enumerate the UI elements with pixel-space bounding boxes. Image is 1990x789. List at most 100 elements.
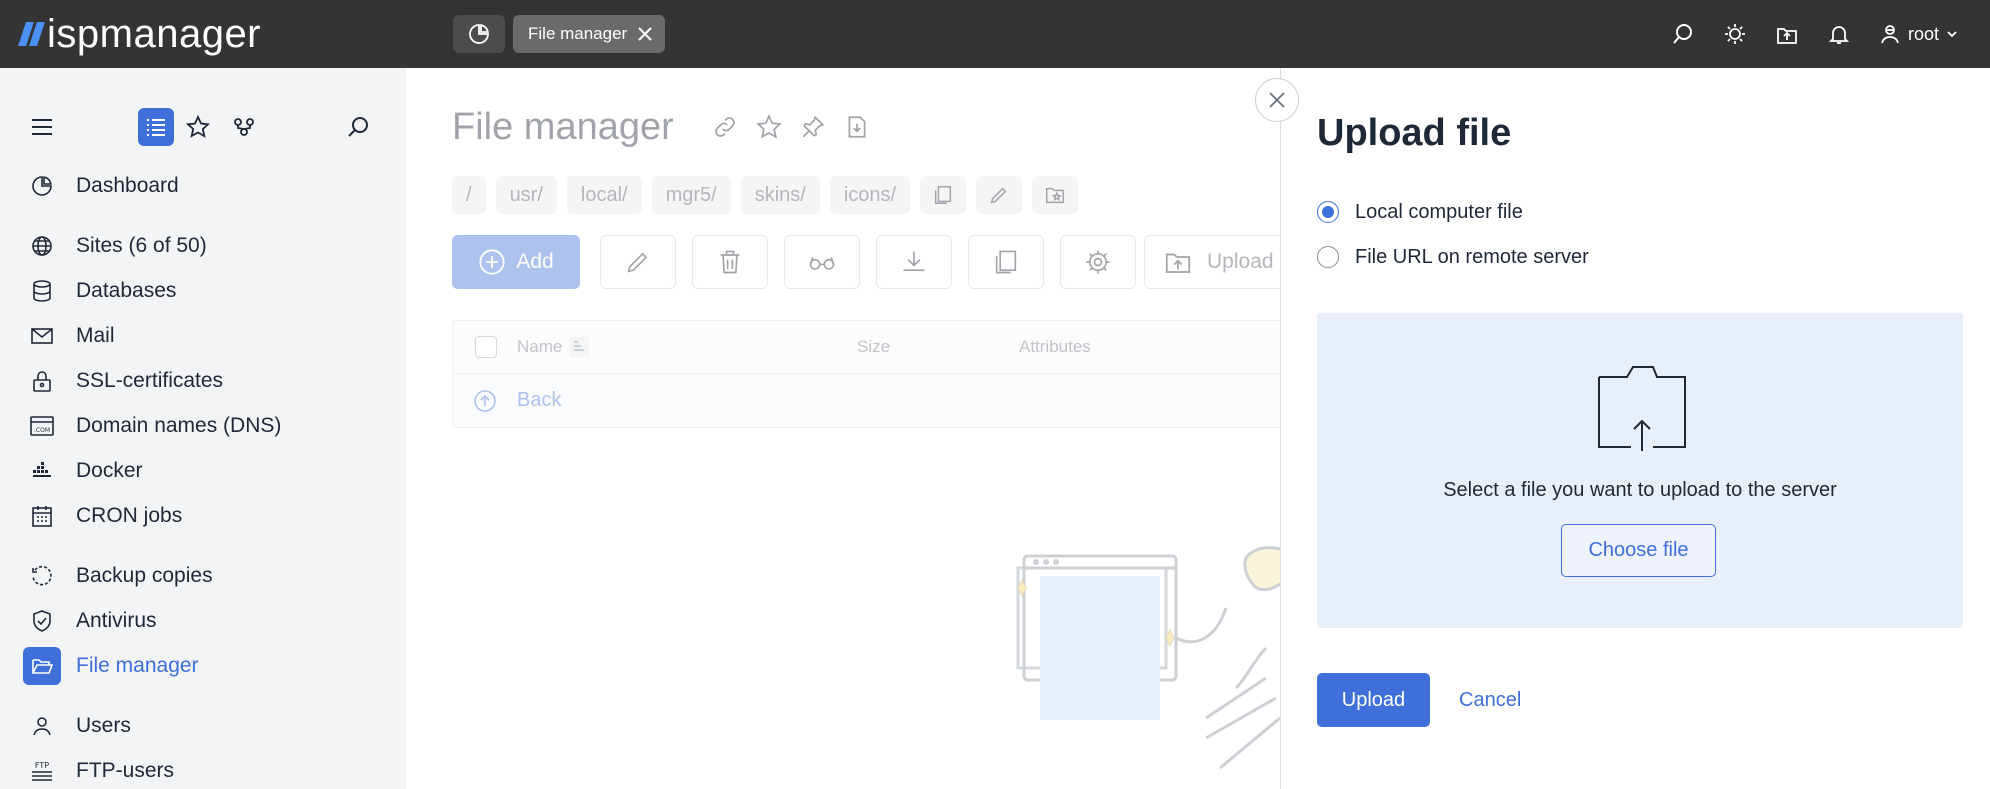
upload-toolbar-button[interactable]: Upload <box>1144 235 1280 289</box>
sort-icon[interactable] <box>567 335 591 359</box>
glasses-icon <box>807 248 837 276</box>
choose-file-button[interactable]: Choose file <box>1561 524 1716 577</box>
close-icon <box>1267 90 1287 110</box>
breadcrumb: / usr/ local/ mgr5/ skins/ icons/ <box>452 176 1079 214</box>
sidebar-item-cron-jobs[interactable]: CRON jobs <box>28 498 182 534</box>
chevron-down-icon <box>1945 27 1959 41</box>
tab-file-manager[interactable]: File manager <box>513 15 666 53</box>
sidebar: Dashboard Sites (6 of 50) Databases Mail… <box>0 68 406 789</box>
globe-icon <box>28 232 56 260</box>
ftp-icon: FTP <box>28 757 56 785</box>
search-icon[interactable] <box>1669 20 1697 48</box>
select-all-checkbox[interactable] <box>475 336 497 358</box>
sidebar-item-ssl-certificates[interactable]: SSL-certificates <box>28 363 223 399</box>
backup-icon <box>28 562 56 590</box>
lock-icon <box>28 367 56 395</box>
option-local-file[interactable]: Local computer file <box>1317 198 1523 226</box>
mail-icon <box>28 322 56 350</box>
gear-icon <box>1084 248 1112 276</box>
column-header-size[interactable]: Size <box>857 337 890 357</box>
column-header-attributes[interactable]: Attributes <box>1019 337 1091 357</box>
dialog-title: Upload file <box>1317 112 1512 154</box>
upload-icon[interactable] <box>1773 20 1801 48</box>
column-header-name[interactable]: Name <box>517 337 562 357</box>
delete-button[interactable] <box>692 235 768 289</box>
sidebar-item-antivirus[interactable]: Antivirus <box>28 603 157 639</box>
add-button[interactable]: Add <box>452 235 580 289</box>
download-button[interactable] <box>876 235 952 289</box>
sidebar-item-label: Docker <box>76 459 143 482</box>
back-link[interactable]: Back <box>517 389 561 412</box>
search-icon[interactable] <box>346 115 370 139</box>
sidebar-item-label: CRON jobs <box>76 504 183 527</box>
dashboard-icon <box>28 172 56 200</box>
close-tab-icon[interactable] <box>637 26 653 42</box>
logo[interactable]: ispmanager <box>18 10 261 58</box>
sidebar-item-ftp-users[interactable]: FTP FTP-users <box>28 753 174 789</box>
breadcrumb-item[interactable]: local/ <box>566 176 642 214</box>
sidebar-item-label: SSL-certificates <box>76 369 224 392</box>
pin-icon[interactable] <box>800 114 826 140</box>
cancel-button[interactable]: Cancel <box>1459 673 1521 727</box>
sidebar-item-users[interactable]: Users <box>28 708 131 744</box>
view-button[interactable] <box>784 235 860 289</box>
empty-state-illustration <box>1006 538 1280 789</box>
sidebar-item-databases[interactable]: Databases <box>28 273 176 309</box>
menu-icon[interactable] <box>30 115 54 139</box>
sidebar-item-label: Users <box>76 714 131 737</box>
calendar-icon <box>28 502 56 530</box>
sidebar-item-label: File manager <box>76 654 199 677</box>
dropzone-text: Select a file you want to upload to the … <box>1443 479 1837 501</box>
theme-sun-icon[interactable] <box>1721 20 1749 48</box>
trash-icon <box>716 248 744 276</box>
folder-star-icon[interactable] <box>1032 176 1079 214</box>
plus-circle-icon <box>478 248 506 276</box>
link-icon[interactable] <box>712 114 738 140</box>
sidebar-item-label: Mail <box>76 324 115 347</box>
user-icon <box>1878 22 1902 46</box>
breadcrumb-item[interactable]: icons/ <box>829 176 911 214</box>
folder-upload-icon <box>1595 363 1689 453</box>
settings-button[interactable] <box>1060 235 1136 289</box>
radio-local-file[interactable] <box>1317 201 1339 223</box>
list-view-icon[interactable] <box>138 108 174 146</box>
sidebar-item-mail[interactable]: Mail <box>28 318 115 354</box>
dashboard-tab-button[interactable] <box>453 15 505 53</box>
sidebar-item-label: Sites (6 of 50) <box>76 234 207 257</box>
sidebar-item-docker[interactable]: Docker <box>28 453 143 489</box>
sidebar-toolbar <box>28 108 378 146</box>
svg-text:.COM: .COM <box>34 427 50 434</box>
breadcrumb-item[interactable]: mgr5/ <box>651 176 731 214</box>
sidebar-item-dns[interactable]: .COM Domain names (DNS) <box>28 408 281 444</box>
close-dialog-button[interactable] <box>1255 78 1299 122</box>
back-arrow-icon <box>473 389 497 413</box>
upload-button[interactable]: Upload <box>1317 673 1430 727</box>
option-remote-url[interactable]: File URL on remote server <box>1317 243 1589 271</box>
breadcrumb-item[interactable]: / <box>452 176 486 214</box>
sidebar-item-file-manager[interactable]: File manager <box>23 647 199 685</box>
favorites-star-icon[interactable] <box>186 115 210 139</box>
star-icon[interactable] <box>756 114 782 140</box>
sidebar-item-sites[interactable]: Sites (6 of 50) <box>28 228 207 264</box>
save-page-icon[interactable] <box>844 114 870 140</box>
sidebar-item-label: Dashboard <box>76 174 179 197</box>
edit-path-icon[interactable] <box>976 176 1023 214</box>
tree-icon[interactable] <box>232 115 256 139</box>
breadcrumb-item[interactable]: usr/ <box>495 176 557 214</box>
page-title: File manager <box>452 106 674 148</box>
edit-button[interactable] <box>600 235 676 289</box>
breadcrumb-item[interactable]: skins/ <box>740 176 820 214</box>
copy-button[interactable] <box>968 235 1044 289</box>
sidebar-item-backup-copies[interactable]: Backup copies <box>28 558 213 594</box>
bell-icon[interactable] <box>1825 20 1853 48</box>
sidebar-item-dashboard[interactable]: Dashboard <box>28 168 179 204</box>
table-row[interactable]: Back <box>452 374 1280 428</box>
user-menu[interactable]: root <box>1878 20 1959 48</box>
option-remote-url-label: File URL on remote server <box>1355 245 1589 268</box>
copy-path-icon[interactable] <box>920 176 967 214</box>
file-dropzone[interactable]: Select a file you want to upload to the … <box>1317 313 1963 628</box>
radio-remote-url[interactable] <box>1317 246 1339 268</box>
user-name: root <box>1908 23 1940 44</box>
sidebar-item-label: Domain names (DNS) <box>76 414 282 437</box>
docker-icon <box>28 457 56 485</box>
